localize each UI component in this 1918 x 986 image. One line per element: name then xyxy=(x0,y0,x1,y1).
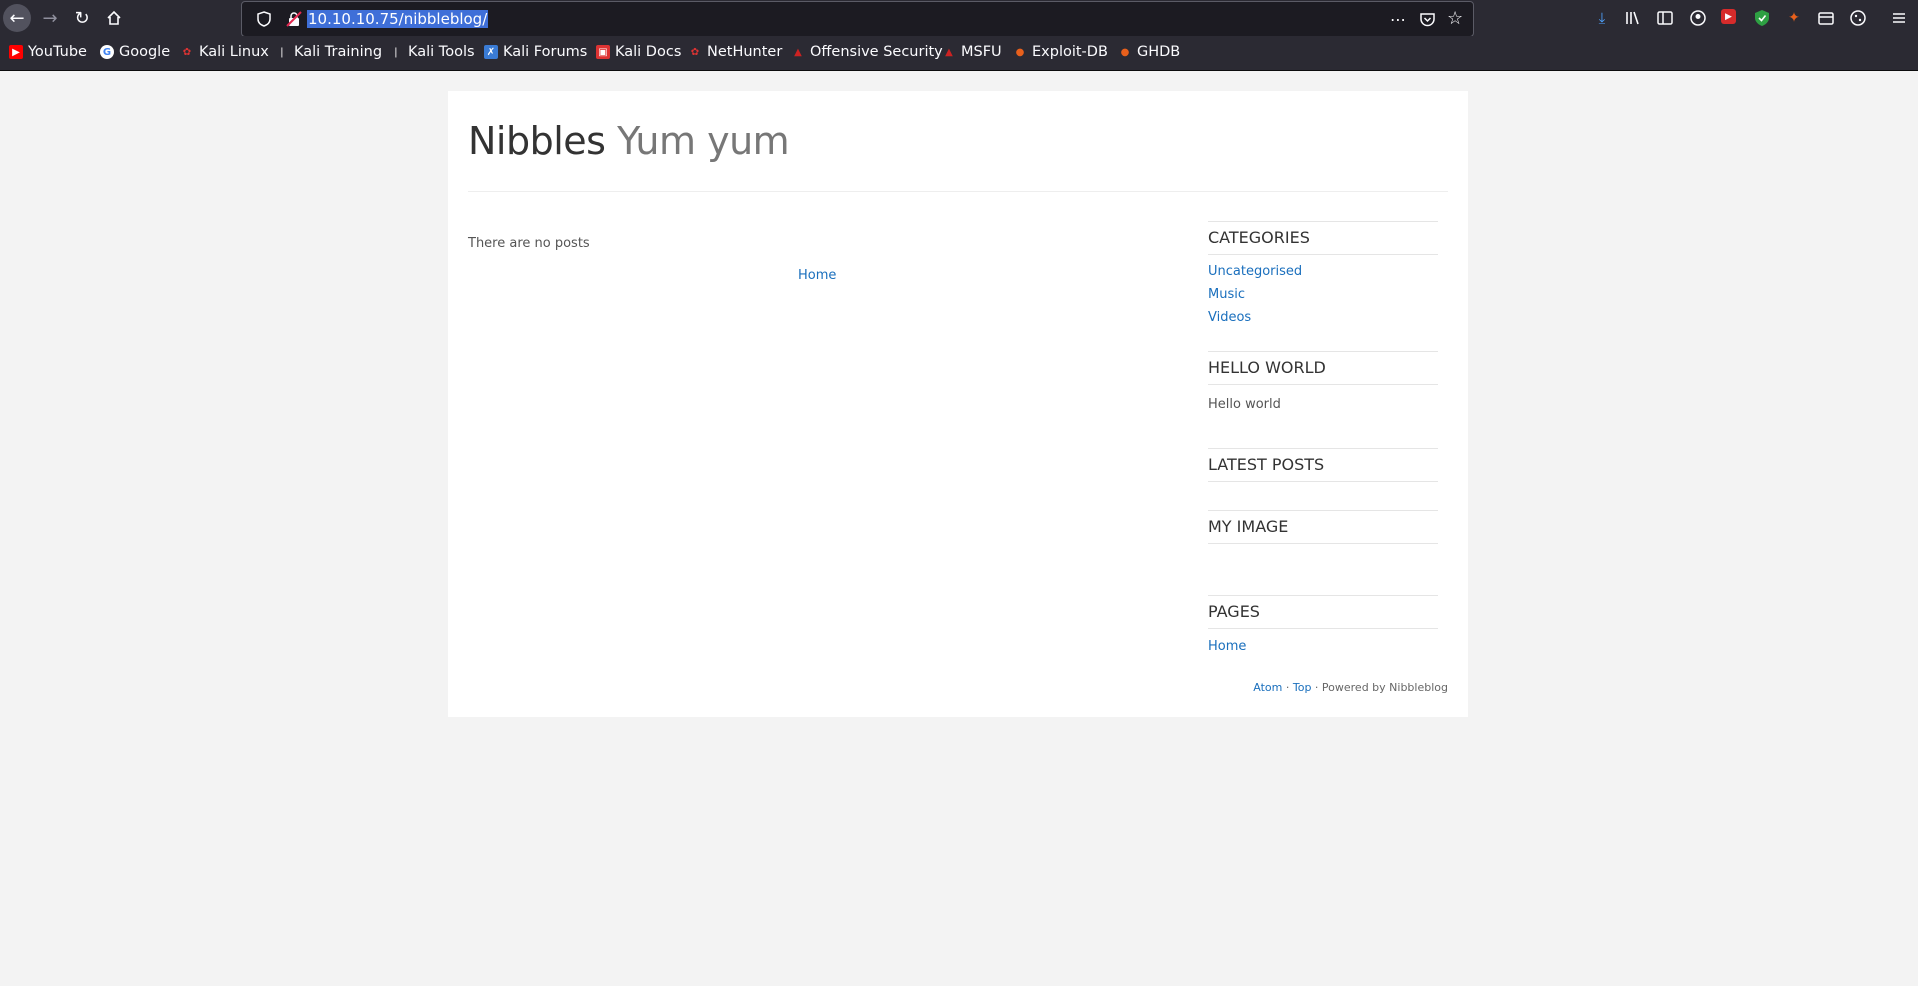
pages-title: PAGES xyxy=(1208,595,1438,629)
pocket-icon[interactable] xyxy=(1419,11,1436,28)
kali-icon: ✿ xyxy=(180,45,194,59)
page-viewport: Nibbles Yum yum There are no posts Home … xyxy=(0,71,1918,986)
extension-cookie-icon[interactable] xyxy=(1849,9,1867,27)
reload-icon: ↻ xyxy=(74,7,90,29)
blog-slogan: Yum yum xyxy=(617,119,790,163)
extension-shield-icon[interactable] xyxy=(1753,9,1771,27)
footer-separator: · xyxy=(1282,681,1293,694)
downloads-icon[interactable]: ⤓ xyxy=(1593,9,1611,27)
extension-container-icon[interactable] xyxy=(1817,9,1835,27)
offsec-icon: ▲ xyxy=(794,46,802,58)
sidebar-icon[interactable] xyxy=(1656,9,1674,27)
bookmark-offensive-security[interactable]: ▲ Offensive Security xyxy=(791,44,943,60)
bookmark-kali-linux[interactable]: ✿ Kali Linux xyxy=(180,44,269,60)
bookmark-kali-forums[interactable]: ✗ Kali Forums xyxy=(484,44,587,60)
back-arrow-icon: ← xyxy=(9,7,25,29)
exploitdb-icon: ● xyxy=(1120,46,1130,58)
tracking-shield-icon[interactable] xyxy=(257,11,271,27)
hello-world-text: Hello world xyxy=(1208,397,1281,412)
back-button[interactable]: ← xyxy=(3,4,31,32)
top-link[interactable]: Top xyxy=(1293,681,1312,694)
bookmarks-toolbar: ▶ YouTube G Google ✿ Kali Linux ❘ Kali Train… xyxy=(0,36,1918,71)
insecure-lock-icon[interactable] xyxy=(286,11,302,27)
youtube-icon: ▶ xyxy=(9,45,23,59)
url-bar[interactable]: 10.10.10.75/nibbleblog/ ⋯ ☆ xyxy=(241,1,1474,37)
blog-container: Nibbles Yum yum There are no posts Home … xyxy=(448,91,1468,717)
page-link-home[interactable]: Home xyxy=(1208,639,1246,654)
library-icon[interactable] xyxy=(1624,9,1642,27)
bookmark-ghdb[interactable]: ● GHDB xyxy=(1118,44,1181,60)
forward-button[interactable]: → xyxy=(36,4,64,32)
home-button[interactable] xyxy=(100,4,128,32)
google-icon: G xyxy=(100,45,114,59)
pager-home-link[interactable]: Home xyxy=(798,268,836,283)
url-text[interactable]: 10.10.10.75/nibbleblog/ xyxy=(307,10,489,28)
home-icon xyxy=(107,10,121,25)
kali-forums-icon: ✗ xyxy=(484,45,498,59)
header-divider xyxy=(468,191,1448,192)
hamburger-menu-icon[interactable] xyxy=(1890,9,1908,27)
reload-button[interactable]: ↻ xyxy=(68,4,96,32)
category-link-uncategorised[interactable]: Uncategorised xyxy=(1208,264,1302,279)
footer: Atom · Top · Powered by Nibbleblog xyxy=(1253,681,1448,694)
category-link-music[interactable]: Music xyxy=(1208,287,1245,302)
account-icon[interactable] xyxy=(1689,9,1707,27)
hello-world-title: HELLO WORLD xyxy=(1208,351,1438,385)
forward-arrow-icon: → xyxy=(42,7,58,29)
browser-toolbar: ← → ↻ 10.10.10.75/nibbleblog/ ⋯ ☆ ⤓ ▶ ✦ xyxy=(0,0,1918,37)
blog-name: Nibbles xyxy=(468,119,606,163)
kali-docs-icon: ▣ xyxy=(596,45,610,59)
bookmark-exploit-db[interactable]: ● Exploit-DB xyxy=(1013,44,1108,60)
offsec-icon: ▲ xyxy=(945,46,953,58)
bookmark-kali-training[interactable]: ❘ Kali Training xyxy=(275,44,382,60)
atom-feed-link[interactable]: Atom xyxy=(1253,681,1282,694)
exploitdb-icon: ● xyxy=(1015,46,1025,58)
bookmark-star-icon[interactable]: ☆ xyxy=(1447,8,1463,29)
site-title[interactable]: Nibbles Yum yum xyxy=(468,119,790,163)
extension-fox-icon[interactable]: ✦ xyxy=(1785,9,1803,27)
no-posts-message: There are no posts xyxy=(468,236,590,251)
my-image-title: MY IMAGE xyxy=(1208,510,1438,544)
bookmark-kali-docs[interactable]: ▣ Kali Docs xyxy=(596,44,681,60)
categories-title: CATEGORIES xyxy=(1208,221,1438,255)
powered-by-text: · Powered by Nibbleblog xyxy=(1311,681,1448,694)
nethunter-icon: ✿ xyxy=(690,46,700,58)
bookmark-nethunter[interactable]: ✿ NetHunter xyxy=(688,44,783,60)
category-link-videos[interactable]: Videos xyxy=(1208,310,1251,325)
bookmark-google[interactable]: G Google xyxy=(100,44,170,60)
extension-red-icon[interactable]: ▶ xyxy=(1721,9,1736,24)
page-actions-icon[interactable]: ⋯ xyxy=(1390,10,1406,29)
kali-dragon-icon: ❘ xyxy=(391,46,401,58)
bookmark-youtube[interactable]: ▶ YouTube xyxy=(9,44,87,60)
bookmark-kali-tools[interactable]: ❘ Kali Tools xyxy=(389,44,475,60)
kali-dragon-icon: ❘ xyxy=(277,46,287,58)
bookmark-msfu[interactable]: ▲ MSFU xyxy=(942,44,1002,60)
latest-posts-title: LATEST POSTS xyxy=(1208,448,1438,482)
